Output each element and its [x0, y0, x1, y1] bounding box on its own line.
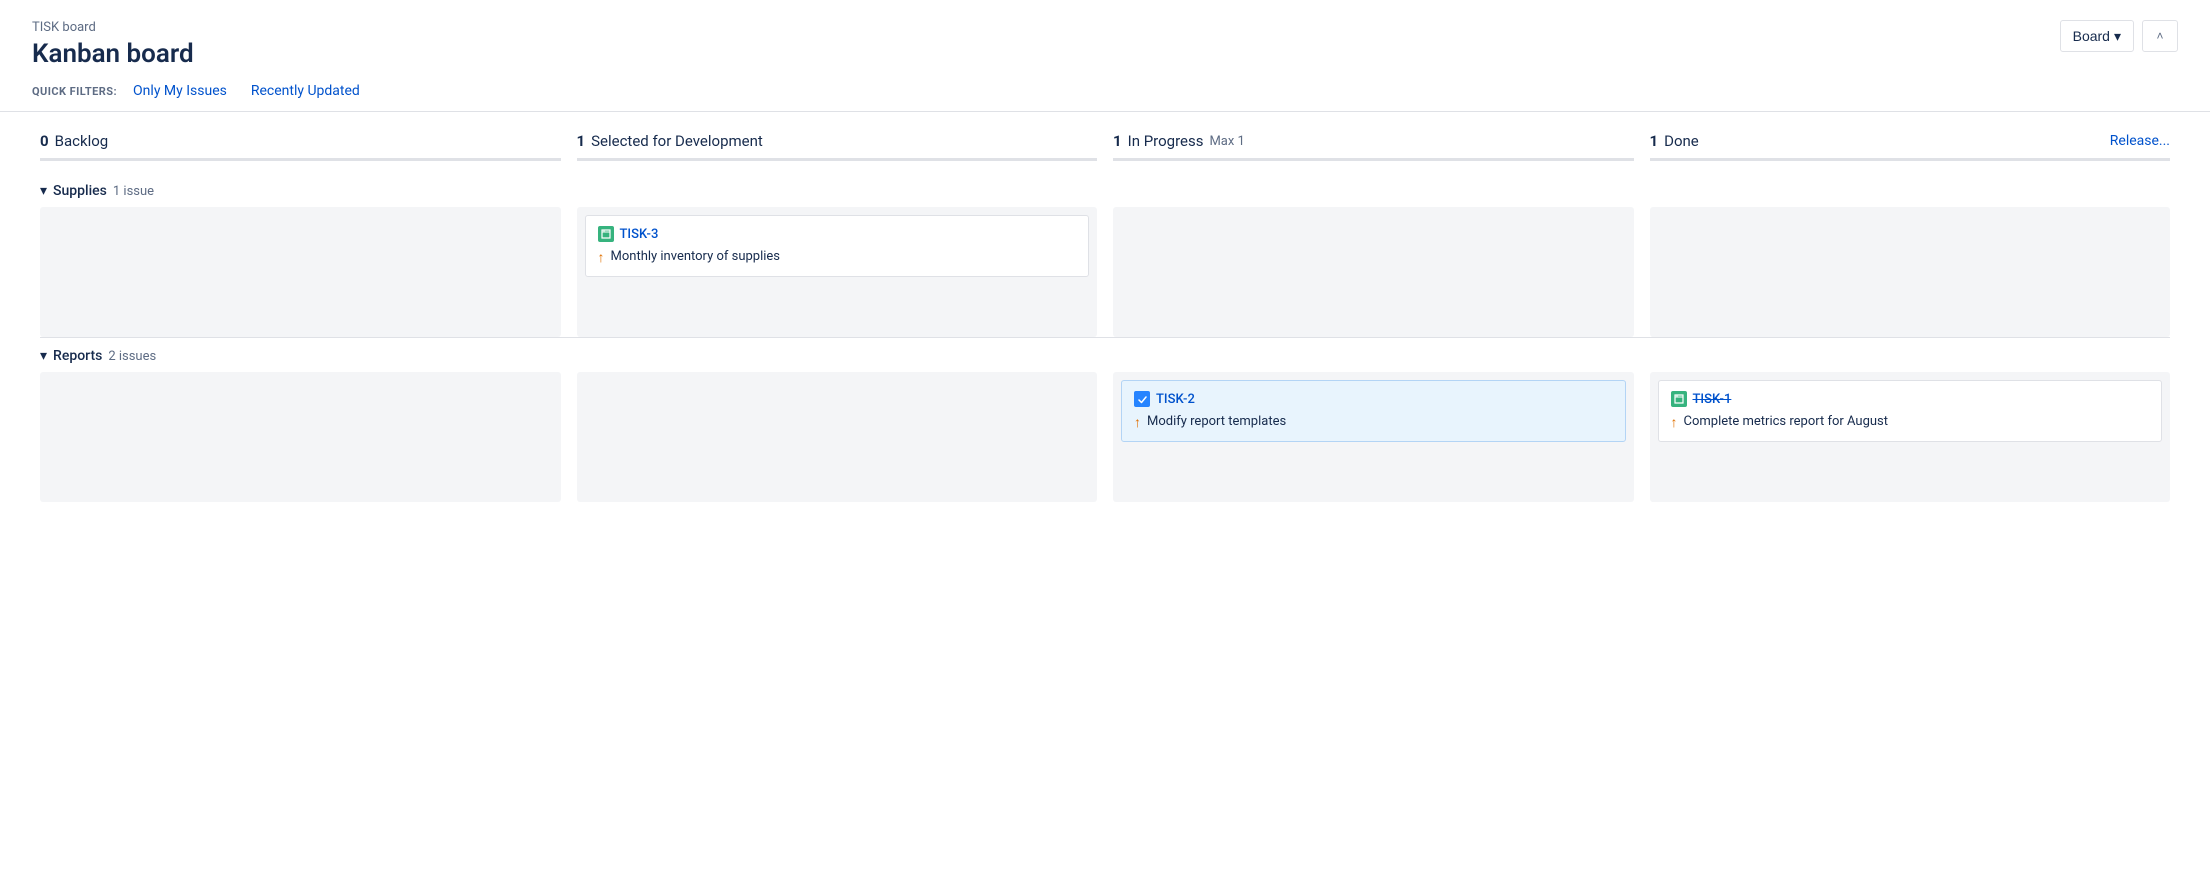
- col-done-count: 1: [1650, 132, 1659, 150]
- card-tisk3-id: TISK-3: [620, 227, 659, 242]
- col-backlog-count: 0: [40, 132, 49, 150]
- card-tisk1[interactable]: TISK-1 ↑ Complete metrics report for Aug…: [1658, 380, 2163, 442]
- col-inprogress-name: In Progress: [1128, 132, 1204, 150]
- swimlane-reports-row: TISK-2 ↑ Modify report templates TISK-1: [32, 372, 2178, 502]
- reports-backlog-cell: [40, 372, 561, 502]
- filter-only-my-issues[interactable]: Only My Issues: [133, 83, 227, 99]
- col-header-backlog: 0 Backlog: [32, 132, 569, 150]
- divider-inprogress: [1113, 158, 1634, 161]
- swimlane-reports: ▾ Reports 2 issues TISK-2 ↑: [32, 338, 2178, 502]
- priority-icon-tisk1: ↑: [1671, 414, 1678, 431]
- story-icon-tisk1: [1671, 391, 1687, 407]
- supplies-backlog-cell: [40, 207, 561, 337]
- swimlane-reports-name: Reports: [53, 348, 102, 364]
- col-header-selected: 1 Selected for Development: [569, 132, 1106, 150]
- board-container: 0 Backlog 1 Selected for Development 1 I…: [0, 112, 2210, 522]
- collapse-icon: ˄: [2156, 29, 2163, 43]
- card-tisk1-id: TISK-1: [1693, 392, 1732, 407]
- board-button-label: Board: [2073, 28, 2110, 44]
- card-tisk2[interactable]: TISK-2 ↑ Modify report templates: [1121, 380, 1626, 442]
- divider-selected: [577, 158, 1098, 161]
- card-tisk3[interactable]: TISK-3 ↑ Monthly inventory of supplies: [585, 215, 1090, 277]
- top-right-controls: Board ▾ ˄: [2060, 20, 2178, 52]
- card-tisk1-text: Complete metrics report for August: [1684, 413, 1889, 431]
- col-selected-name: Selected for Development: [591, 132, 763, 150]
- quick-filters-label: QUICK FILTERS:: [32, 85, 117, 98]
- col-header-done: 1 Done Release...: [1642, 132, 2179, 150]
- divider-done: [1650, 158, 2171, 161]
- swimlane-reports-chevron: ▾: [40, 348, 47, 364]
- collapse-button[interactable]: ˄: [2142, 20, 2178, 52]
- swimlane-supplies: ▾ Supplies 1 issue TISK-3 ↑ Mon: [32, 173, 2178, 337]
- quick-filters-bar: QUICK FILTERS: Only My Issues Recently U…: [32, 83, 2178, 99]
- board-view-button[interactable]: Board ▾: [2060, 20, 2134, 52]
- page-title: Kanban board: [32, 39, 2178, 69]
- card-tisk2-id: TISK-2: [1156, 392, 1195, 407]
- board-dropdown-icon: ▾: [2114, 28, 2121, 45]
- col-dividers: [32, 158, 2178, 161]
- swimlane-supplies-chevron: ▾: [40, 183, 47, 199]
- reports-selected-cell: [577, 372, 1098, 502]
- columns-header: 0 Backlog 1 Selected for Development 1 I…: [32, 132, 2178, 158]
- reports-done-cell: TISK-1 ↑ Complete metrics report for Aug…: [1650, 372, 2171, 502]
- col-header-inprogress: 1 In Progress Max 1: [1105, 132, 1642, 150]
- swimlane-reports-count: 2 issues: [108, 349, 156, 364]
- col-backlog-name: Backlog: [55, 132, 109, 150]
- col-selected-count: 1: [577, 132, 586, 150]
- swimlane-supplies-header[interactable]: ▾ Supplies 1 issue: [32, 173, 2178, 207]
- swimlane-supplies-name: Supplies: [53, 183, 107, 199]
- task-icon-tisk2: [1134, 391, 1150, 407]
- release-link[interactable]: Release...: [2110, 133, 2170, 149]
- priority-icon-tisk2: ↑: [1134, 414, 1141, 431]
- col-inprogress-meta: Max 1: [1209, 134, 1244, 149]
- supplies-inprogress-cell: [1113, 207, 1634, 337]
- story-icon-tisk3: [598, 226, 614, 242]
- supplies-selected-cell: TISK-3 ↑ Monthly inventory of supplies: [577, 207, 1098, 337]
- reports-inprogress-cell: TISK-2 ↑ Modify report templates: [1113, 372, 1634, 502]
- breadcrumb: TISK board: [32, 20, 2178, 35]
- col-done-name: Done: [1664, 132, 1699, 150]
- supplies-done-cell: [1650, 207, 2171, 337]
- divider-backlog: [40, 158, 561, 161]
- card-tisk3-text: Monthly inventory of supplies: [611, 248, 781, 266]
- priority-icon-tisk3: ↑: [598, 249, 605, 266]
- col-inprogress-count: 1: [1113, 132, 1122, 150]
- card-tisk2-text: Modify report templates: [1147, 413, 1286, 431]
- swimlane-reports-header[interactable]: ▾ Reports 2 issues: [32, 338, 2178, 372]
- swimlane-supplies-count: 1 issue: [113, 184, 154, 199]
- swimlane-supplies-row: TISK-3 ↑ Monthly inventory of supplies: [32, 207, 2178, 337]
- filter-recently-updated[interactable]: Recently Updated: [251, 83, 360, 99]
